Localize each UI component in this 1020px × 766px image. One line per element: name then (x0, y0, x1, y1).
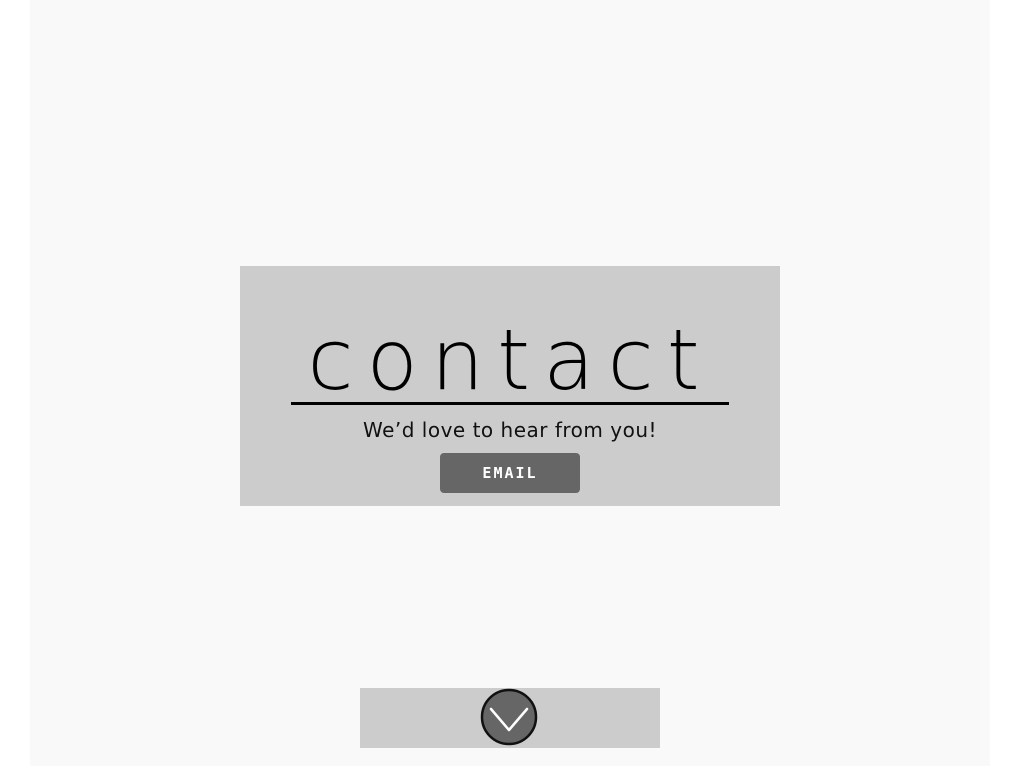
page: contact We’d love to hear from you! EMAI… (30, 0, 990, 766)
contact-card: contact We’d love to hear from you! EMAI… (240, 266, 780, 506)
email-button[interactable]: EMAIL (440, 453, 580, 493)
scroll-down-button[interactable] (480, 688, 538, 746)
contact-tagline: We’d love to hear from you! (362, 418, 658, 442)
title-underline (291, 402, 729, 405)
chevron-down-circle-icon (480, 688, 538, 746)
contact-title: contact (307, 311, 713, 409)
scroll-down-bar (360, 688, 660, 748)
